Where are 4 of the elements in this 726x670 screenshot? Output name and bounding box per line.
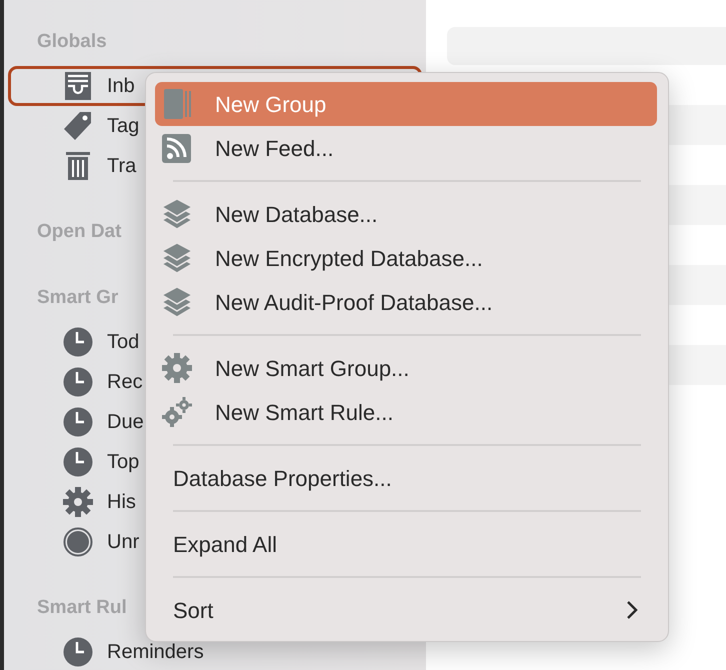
section-heading: Smart Rul [37,596,127,620]
section-heading: Smart Gr [37,286,118,310]
section-heading: Globals [37,30,107,54]
section-heading: Open Dat [37,220,122,244]
